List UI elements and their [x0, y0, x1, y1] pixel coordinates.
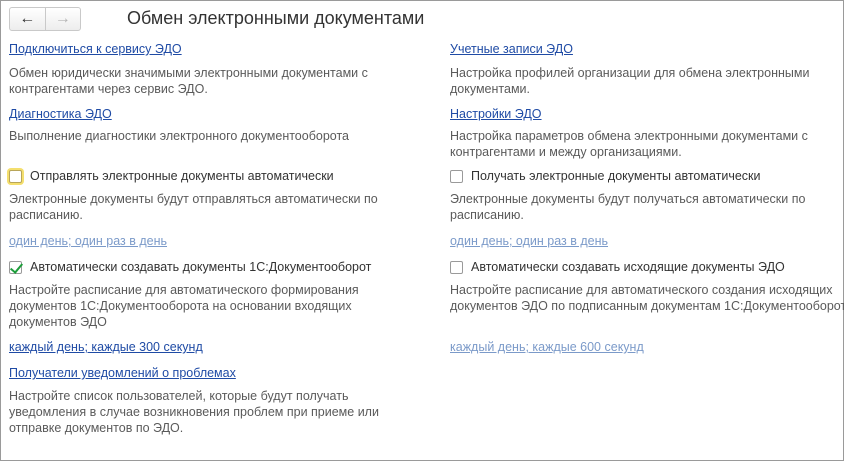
- diagnostics-edo-description: Выполнение диагностики электронного доку…: [9, 129, 349, 143]
- create-1c-description: Настройте расписание для автоматического…: [9, 283, 359, 329]
- create-outgoing-checkbox[interactable]: Автоматически создавать исходящие докуме…: [450, 260, 785, 274]
- outgoing-schedule-link[interactable]: каждый день; каждые 600 секунд: [450, 340, 644, 354]
- create-1c-checkbox[interactable]: Автоматически создавать документы 1С:Док…: [9, 260, 371, 274]
- send-auto-checkbox[interactable]: Отправлять электронные документы автомат…: [9, 169, 334, 183]
- edo-accounts-description: Настройка профилей организации для обмен…: [450, 66, 810, 96]
- checkbox-checked-icon[interactable]: [9, 260, 22, 274]
- send-schedule-link[interactable]: один день; один раз в день: [9, 234, 167, 248]
- navigation-buttons: ← →: [9, 7, 81, 31]
- connect-edo-link[interactable]: Подключиться к сервису ЭДО: [9, 42, 182, 56]
- create-outgoing-description: Настройте расписание для автоматического…: [450, 283, 844, 313]
- arrow-right-icon[interactable]: →: [46, 8, 81, 30]
- arrow-left-icon[interactable]: ←: [10, 8, 46, 30]
- receive-auto-description: Электронные документы будут получаться а…: [450, 192, 806, 222]
- main-window: ← → Обмен электронными документами Подкл…: [0, 0, 844, 461]
- checkbox-unchecked-icon[interactable]: [9, 169, 22, 183]
- notification-recipients-description: Настройте список пользователей, которые …: [9, 389, 379, 435]
- diagnostics-edo-link[interactable]: Диагностика ЭДО: [9, 107, 112, 121]
- checkbox-unchecked-icon[interactable]: [450, 260, 463, 274]
- checkbox-unchecked-icon[interactable]: [450, 169, 463, 183]
- create-schedule-link[interactable]: каждый день; каждые 300 секунд: [9, 340, 203, 354]
- create-outgoing-label: Автоматически создавать исходящие докуме…: [471, 260, 785, 274]
- edo-accounts-link[interactable]: Учетные записи ЭДО: [450, 42, 573, 56]
- create-1c-label: Автоматически создавать документы 1С:Док…: [30, 260, 372, 274]
- receive-schedule-link[interactable]: один день; один раз в день: [450, 234, 608, 248]
- receive-auto-label: Получать электронные документы автоматич…: [471, 169, 761, 183]
- send-auto-label: Отправлять электронные документы автомат…: [30, 169, 334, 183]
- receive-auto-checkbox[interactable]: Получать электронные документы автоматич…: [450, 169, 761, 183]
- connect-edo-description: Обмен юридически значимыми электронными …: [9, 66, 368, 96]
- page-title: Обмен электронными документами: [127, 8, 425, 28]
- edo-settings-description: Настройка параметров обмена электронными…: [450, 129, 808, 159]
- notification-recipients-link[interactable]: Получатели уведомлений о проблемах: [9, 366, 236, 380]
- edo-settings-link[interactable]: Настройки ЭДО: [450, 107, 542, 121]
- send-auto-description: Электронные документы будут отправляться…: [9, 192, 378, 222]
